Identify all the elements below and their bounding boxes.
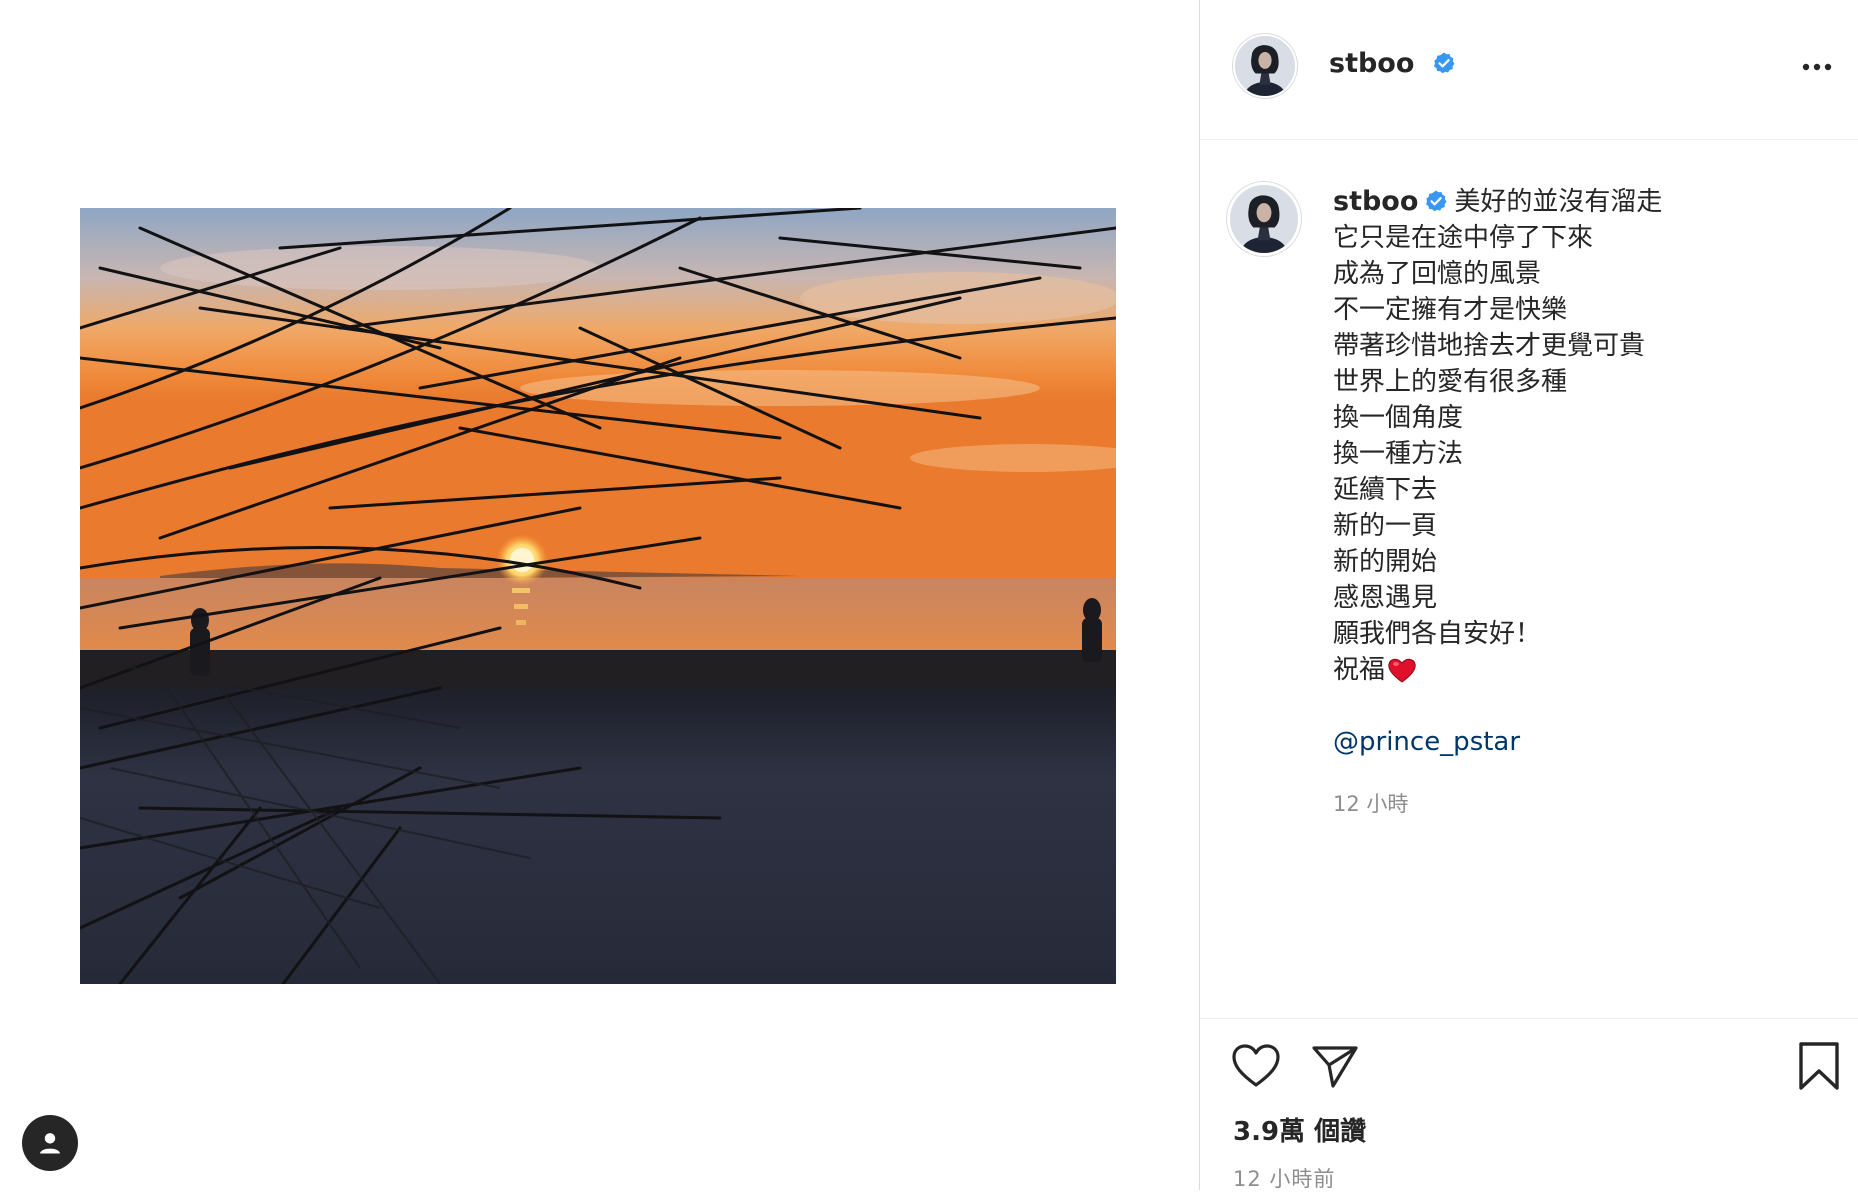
- caption-username[interactable]: stboo: [1333, 186, 1418, 217]
- caption-timestamp[interactable]: 12 小時: [1333, 788, 1408, 818]
- caption-line: 帶著珍惜地捨去才更覺可貴: [1333, 331, 1646, 361]
- profile-photo-image: [1235, 36, 1295, 96]
- red-heart-emoji: [1388, 658, 1416, 683]
- account-icon: [40, 1133, 60, 1154]
- caption-text: stboo 美好的並沒有溜走 它只是在途中停了下來 成為了回憶的風景 不一定擁有…: [1333, 184, 1823, 760]
- caption-verified-badge-icon: [1426, 190, 1447, 212]
- caption-profile-photo-image: [1230, 185, 1298, 253]
- caption-line: 世界上的愛有很多種: [1333, 367, 1568, 397]
- mention-link[interactable]: @prince_pstar: [1333, 724, 1823, 760]
- media-pane: [0, 0, 1200, 1190]
- caption-line: 換一個角度: [1333, 403, 1464, 433]
- post-photo[interactable]: [80, 208, 1116, 984]
- more-options-button[interactable]: [1797, 52, 1837, 82]
- post-details-panel: stboo stboo 美好的並沒有溜走 它只是在途中停了下來 成為了回憶的風景…: [1199, 0, 1858, 1191]
- caption-avatar[interactable]: [1227, 182, 1301, 256]
- heart-icon[interactable]: [1231, 1043, 1281, 1089]
- caption-area: stboo 美好的並沒有溜走 它只是在途中停了下來 成為了回憶的風景 不一定擁有…: [1200, 140, 1858, 1018]
- caption-line: 新的一頁: [1333, 511, 1438, 541]
- verified-badge-icon: [1433, 52, 1455, 74]
- post-timestamp[interactable]: 12 小時前: [1233, 1163, 1335, 1193]
- caption-line: 新的開始: [1333, 547, 1438, 577]
- caption-line: 願我們各自安好！: [1333, 619, 1542, 649]
- caption-line: 延續下去: [1333, 475, 1438, 505]
- caption-line: 成為了回憶的風景: [1333, 259, 1542, 289]
- header-username[interactable]: stboo: [1329, 48, 1456, 79]
- caption-line: 不一定擁有才是快樂: [1333, 295, 1568, 325]
- account-button[interactable]: [22, 1115, 78, 1171]
- post-actions: 3.9萬 個讚 12 小時前: [1200, 1018, 1858, 1191]
- header-username-text[interactable]: stboo: [1329, 48, 1414, 79]
- sunset-photo-image: [80, 208, 1116, 984]
- caption-line: 美好的並沒有溜走: [1454, 187, 1663, 217]
- caption-line: 感恩遇見: [1333, 583, 1438, 613]
- paper-plane-icon[interactable]: [1310, 1043, 1360, 1089]
- likes-count[interactable]: 3.9萬 個讚: [1233, 1111, 1366, 1148]
- caption-line: 它只是在途中停了下來: [1333, 223, 1594, 253]
- caption-first-line: stboo 美好的並沒有溜走: [1333, 184, 1823, 220]
- caption-last-line: 祝福: [1333, 652, 1823, 688]
- post-header: stboo: [1200, 0, 1858, 140]
- caption-line: 換一種方法: [1333, 439, 1464, 469]
- bookmark-icon[interactable]: [1797, 1041, 1841, 1091]
- more-options-icon: [1802, 63, 1832, 71]
- caption-line: 祝福: [1333, 655, 1386, 685]
- header-avatar[interactable]: [1233, 34, 1297, 98]
